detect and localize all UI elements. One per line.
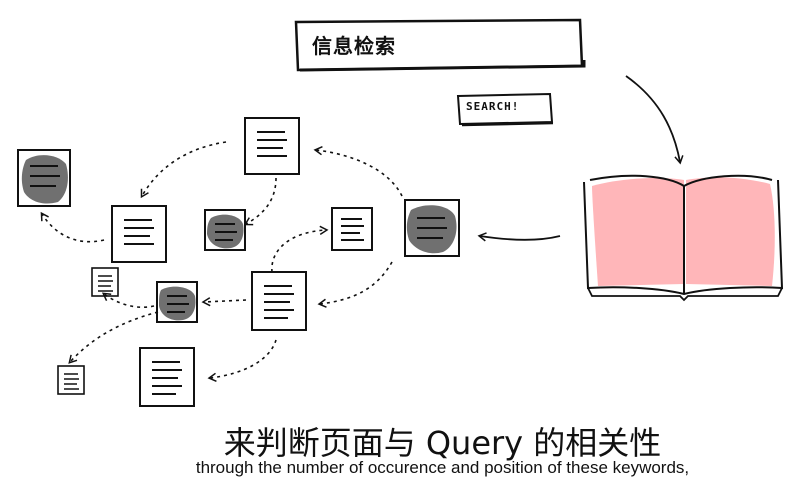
doc-icon: [57, 365, 85, 395]
link-arrow: [40, 211, 105, 243]
doc-icon-scribbled: [17, 149, 71, 207]
doc-icon: [251, 271, 307, 331]
doc-icon-scribbled: [156, 281, 198, 323]
link-arrow: [317, 261, 393, 308]
book-to-pages-arrow: [477, 232, 561, 242]
doc-icon: [139, 347, 195, 407]
search-query-text: 信息检索: [312, 34, 396, 58]
link-arrow: [140, 141, 227, 199]
doc-icon-scribbled: [404, 199, 460, 257]
open-book-icon: [583, 174, 784, 302]
link-arrow: [201, 297, 247, 307]
link-arrow: [207, 339, 277, 382]
doc-icon-scribbled: [204, 209, 246, 251]
doc-icon: [331, 207, 373, 251]
link-arrows: [40, 141, 403, 382]
doc-icon: [111, 205, 167, 263]
caption-subtitle: through the number of occurence and posi…: [195, 458, 690, 477]
link-arrow: [243, 177, 277, 226]
search-to-book-arrow: [625, 75, 684, 165]
doc-icon: [91, 267, 119, 297]
link-arrow: [271, 225, 329, 273]
link-arrow: [313, 146, 403, 197]
search-tag-label: SEARCH!: [466, 100, 520, 113]
doc-icon: [244, 117, 300, 175]
